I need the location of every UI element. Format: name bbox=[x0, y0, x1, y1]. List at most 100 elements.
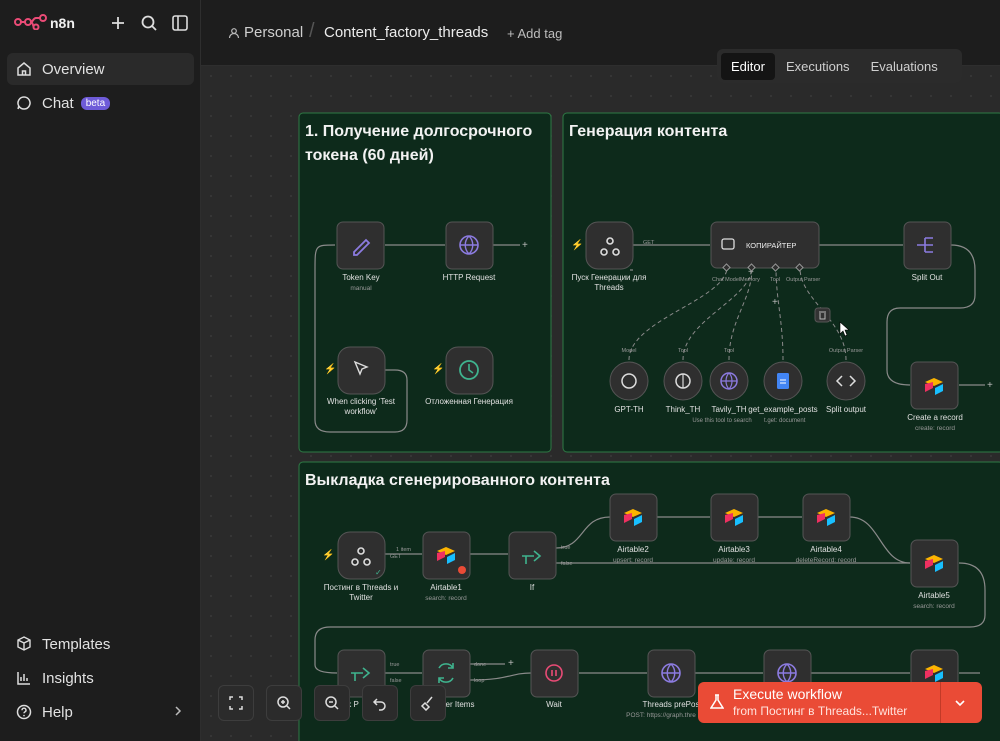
svg-text:Think_TH: Think_TH bbox=[666, 405, 701, 414]
broom-icon bbox=[420, 696, 433, 711]
svg-text:Airtable4: Airtable4 bbox=[810, 545, 842, 554]
sidebar-item-chat[interactable]: Chat beta bbox=[7, 87, 194, 119]
svg-text:HTTP Request: HTTP Request bbox=[443, 273, 497, 282]
svg-text:Airtable3: Airtable3 bbox=[718, 545, 750, 554]
undo-icon bbox=[372, 698, 386, 711]
zoom-in-button[interactable] bbox=[266, 685, 302, 721]
sticky-title: Генерация контента bbox=[569, 123, 727, 140]
canvas-svg: 1. Получение долгосрочного токена (60 дн… bbox=[298, 112, 1000, 741]
svg-text:+: + bbox=[987, 380, 993, 391]
svg-text:Twitter: Twitter bbox=[349, 593, 373, 602]
svg-text:If: If bbox=[530, 583, 535, 592]
view-tabs: Editor Executions Evaluations bbox=[717, 49, 962, 83]
svg-text:+: + bbox=[522, 240, 528, 251]
svg-text:Split output: Split output bbox=[826, 405, 867, 414]
plus-icon[interactable] bbox=[108, 13, 128, 33]
zoom-out-button[interactable] bbox=[314, 685, 350, 721]
tab-evaluations[interactable]: Evaluations bbox=[861, 53, 948, 80]
svg-text:true: true bbox=[390, 662, 399, 668]
sidebar: n8n Overview Chat beta Templates Insight… bbox=[0, 0, 201, 741]
svg-text:loop: loop bbox=[474, 678, 484, 684]
tab-executions[interactable]: Executions bbox=[776, 53, 860, 80]
svg-text:Split Out: Split Out bbox=[912, 273, 943, 282]
sidebar-item-label: Help bbox=[42, 703, 73, 721]
svg-text:Tool: Tool bbox=[770, 277, 780, 283]
divider bbox=[940, 682, 941, 723]
svg-text:Model: Model bbox=[622, 348, 637, 354]
workflow-name[interactable]: Content_factory_threads bbox=[324, 24, 488, 41]
sticky-title: 1. Получение долгосрочного bbox=[305, 123, 532, 140]
svg-text:⚡: ⚡ bbox=[324, 362, 336, 375]
svg-text:false: false bbox=[390, 678, 402, 684]
svg-text:1 item: 1 item bbox=[396, 547, 411, 553]
sidebar-item-insights[interactable]: Insights bbox=[7, 662, 194, 694]
svg-text:POST: https://graph.thre: POST: https://graph.thre bbox=[626, 712, 696, 719]
svg-text:Airtable1: Airtable1 bbox=[430, 583, 462, 592]
node-create-record[interactable]: Create a record create: record bbox=[907, 361, 963, 432]
svg-text:GPT-TH: GPT-TH bbox=[614, 405, 644, 414]
project-name: Personal bbox=[244, 24, 304, 41]
svg-text:Tool: Tool bbox=[724, 348, 734, 354]
box-icon bbox=[15, 635, 33, 653]
zoom-in-icon bbox=[277, 696, 291, 710]
svg-text:⚡: ⚡ bbox=[432, 362, 444, 375]
logo-text: n8n bbox=[50, 15, 75, 31]
workflow-canvas[interactable]: 1. Получение долгосрочного токена (60 дн… bbox=[201, 66, 1000, 741]
svg-text:Tool: Tool bbox=[678, 348, 688, 354]
svg-text:Постинг в Threads и: Постинг в Threads и bbox=[324, 583, 398, 592]
zoom-out-icon bbox=[325, 696, 339, 710]
chart-icon bbox=[15, 669, 33, 687]
svg-text:GET: GET bbox=[390, 554, 402, 560]
svg-text:+: + bbox=[508, 658, 514, 669]
svg-text:GET: GET bbox=[643, 240, 655, 246]
svg-text:search: record: search: record bbox=[425, 595, 467, 602]
svg-text:Use this tool to search: Use this tool to search bbox=[692, 418, 751, 424]
svg-text:⚡: ⚡ bbox=[571, 238, 583, 251]
svg-text:Wait: Wait bbox=[546, 700, 562, 709]
svg-text:Output Parser: Output Parser bbox=[829, 348, 863, 354]
svg-text:Пуск Генерации для: Пуск Генерации для bbox=[572, 273, 647, 282]
fit-view-icon bbox=[229, 696, 243, 710]
execute-title: Execute workflow bbox=[733, 686, 842, 702]
undo-button[interactable] bbox=[362, 685, 398, 721]
chat-icon bbox=[15, 94, 33, 112]
svg-text:Token Key: Token Key bbox=[342, 273, 379, 282]
tidy-up-button[interactable] bbox=[410, 685, 446, 721]
svg-text:✓: ✓ bbox=[375, 568, 382, 577]
sidebar-item-templates[interactable]: Templates bbox=[7, 628, 194, 660]
breadcrumb-separator: / bbox=[309, 20, 315, 42]
svg-text:Threads: Threads bbox=[594, 283, 623, 292]
sidebar-toggle-icon[interactable] bbox=[170, 13, 190, 33]
svg-text:true: true bbox=[561, 545, 570, 551]
add-tag-button[interactable]: + Add tag bbox=[507, 26, 562, 41]
chevron-down-icon[interactable] bbox=[954, 697, 966, 709]
svg-text:Chat Model: Chat Model bbox=[712, 277, 740, 283]
tab-editor[interactable]: Editor bbox=[721, 52, 775, 80]
sidebar-item-label: Templates bbox=[42, 635, 111, 653]
sidebar-item-help[interactable]: Help bbox=[7, 696, 194, 728]
breadcrumb[interactable]: Personal bbox=[228, 24, 303, 41]
fit-view-button[interactable] bbox=[218, 685, 254, 721]
sidebar-item-label: Chat bbox=[42, 94, 74, 112]
svg-text:Tavily_TH: Tavily_TH bbox=[711, 405, 746, 414]
svg-text:create: record: create: record bbox=[915, 425, 955, 432]
node-http-request[interactable]: HTTP Request bbox=[443, 221, 497, 282]
svg-text:Memory: Memory bbox=[740, 277, 760, 283]
svg-text:workflow’: workflow’ bbox=[344, 407, 378, 416]
sticky-title: токена (60 дней) bbox=[305, 147, 434, 164]
svg-text:manual: manual bbox=[350, 285, 372, 292]
svg-text:ver Items: ver Items bbox=[442, 700, 475, 709]
search-icon[interactable] bbox=[139, 13, 159, 33]
delete-connection-icon[interactable] bbox=[814, 307, 831, 323]
svg-text:Create a record: Create a record bbox=[907, 413, 963, 422]
user-icon bbox=[228, 27, 240, 38]
svg-text:Threads prePos: Threads prePos bbox=[643, 700, 700, 709]
svg-text:Отложенная Генерация: Отложенная Генерация bbox=[425, 397, 513, 406]
execute-workflow-button[interactable]: Execute workflow from Постинг в Threads.… bbox=[698, 682, 982, 723]
help-icon bbox=[15, 703, 33, 721]
node-token-key[interactable]: Token Key manual bbox=[336, 221, 385, 292]
home-icon bbox=[15, 60, 33, 78]
chevron-right-icon bbox=[175, 706, 182, 716]
sidebar-item-overview[interactable]: Overview bbox=[7, 53, 194, 85]
sidebar-item-label: Insights bbox=[42, 669, 94, 687]
